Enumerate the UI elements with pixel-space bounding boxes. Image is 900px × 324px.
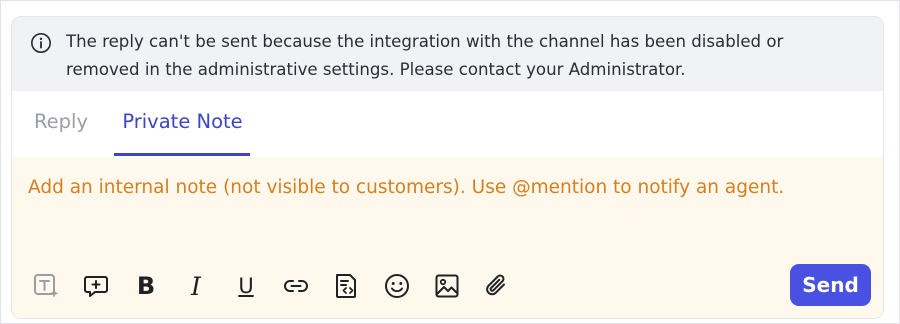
note-editor[interactable]: Add an internal note (not visible to cus…	[12, 157, 883, 318]
banner-message-line1: The reply can't be sent because the inte…	[66, 32, 784, 51]
active-tab-indicator	[114, 153, 250, 156]
send-button[interactable]: Send	[790, 264, 871, 306]
canned-response-button[interactable]	[81, 271, 111, 301]
image-icon	[435, 274, 459, 298]
tab-reply[interactable]: Reply	[34, 91, 96, 156]
code-snippet-button[interactable]	[331, 271, 361, 301]
text-ai-icon	[34, 274, 59, 298]
banner-message-line2: removed in the administrative settings. …	[66, 60, 686, 79]
italic-icon: I	[191, 271, 201, 301]
window-frame: The reply can't be sent because the inte…	[0, 0, 900, 324]
emoji-button[interactable]	[382, 271, 412, 301]
code-snippet-icon	[336, 274, 356, 298]
underline-button[interactable]: U	[231, 271, 261, 301]
attachment-icon	[486, 274, 505, 296]
warning-banner: The reply can't be sent because the inte…	[12, 17, 883, 91]
underline-icon: U	[238, 274, 254, 298]
link-button[interactable]	[281, 271, 311, 301]
canned-response-icon	[84, 276, 108, 297]
editor-placeholder: Add an internal note (not visible to cus…	[28, 177, 785, 198]
link-icon	[284, 280, 308, 292]
tab-private-note[interactable]: Private Note	[115, 91, 250, 156]
emoji-icon	[385, 274, 409, 298]
bold-button[interactable]: B	[131, 271, 161, 301]
editor-toolbar: B I U	[12, 265, 883, 309]
reply-tabs: Reply Private Note	[26, 91, 868, 158]
italic-button[interactable]: I	[181, 271, 211, 301]
reply-box: The reply can't be sent because the inte…	[11, 16, 884, 319]
image-button[interactable]	[432, 271, 462, 301]
info-icon	[30, 32, 52, 54]
banner-message: The reply can't be sent because the inte…	[66, 28, 866, 84]
attachment-button[interactable]	[482, 271, 512, 301]
bold-icon: B	[136, 272, 156, 300]
text-ai-button[interactable]	[31, 271, 61, 301]
